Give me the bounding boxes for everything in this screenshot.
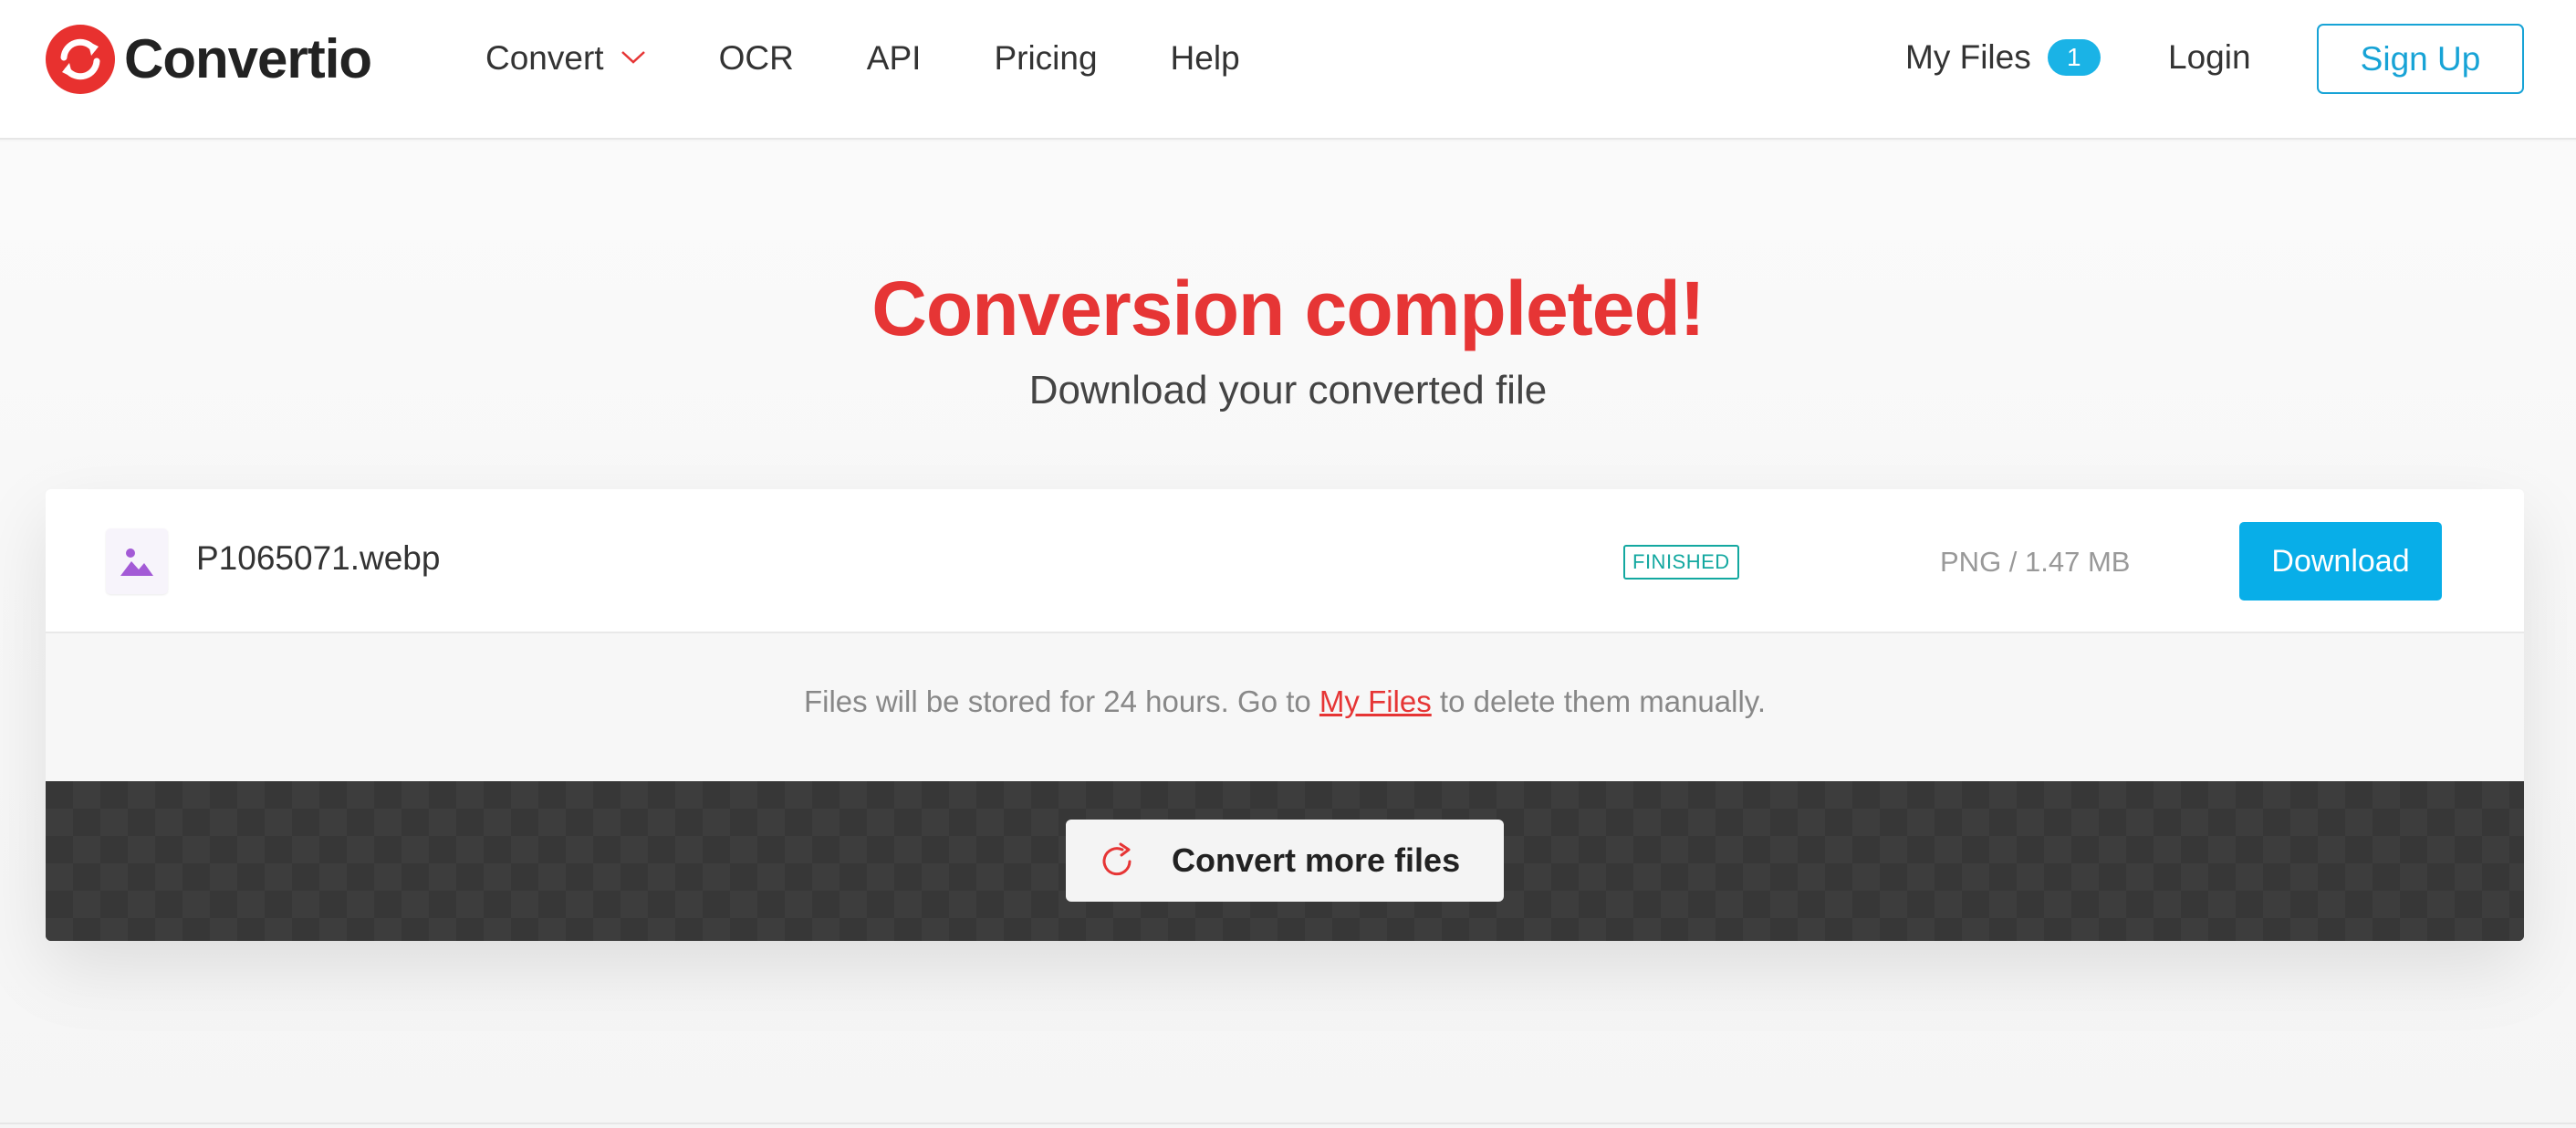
- image-icon: [120, 548, 153, 576]
- convertio-logo-icon: [46, 25, 115, 94]
- refresh-icon: [1102, 842, 1132, 876]
- chevron-down-icon: [621, 51, 645, 64]
- storage-notice: Files will be stored for 24 hours. Go to…: [46, 686, 2524, 716]
- nav-api[interactable]: API: [867, 41, 922, 75]
- page-title: Conversion completed!: [871, 266, 1705, 351]
- site-header: Convertio Convert OCR API Pricing Help M…: [0, 0, 2576, 140]
- status-badge: FINISHED: [1623, 545, 1739, 580]
- file-name: P1065071.webp: [196, 539, 441, 577]
- my-files-notice-link[interactable]: My Files: [1319, 684, 1432, 718]
- file-row: P1065071.webp FINISHED PNG / 1.47 MB Dow…: [46, 489, 2524, 633]
- file-format-size: PNG / 1.47 MB: [1940, 546, 2131, 578]
- notice-prefix: Files will be stored for 24 hours. Go to: [803, 684, 1319, 718]
- page-subtitle: Download your converted file: [1028, 368, 1548, 413]
- storage-notice-row: Files will be stored for 24 hours. Go to…: [46, 633, 2524, 781]
- sign-up-button[interactable]: Sign Up: [2317, 24, 2524, 94]
- convert-more-panel: Convert more files: [46, 781, 2524, 941]
- nav-convert[interactable]: Convert: [485, 41, 646, 75]
- my-files-link[interactable]: My Files 1: [1905, 0, 2101, 115]
- logo-text: Convertio: [124, 28, 372, 89]
- logo[interactable]: Convertio: [46, 24, 372, 95]
- nav-ocr[interactable]: OCR: [719, 41, 794, 75]
- conversion-card: P1065071.webp FINISHED PNG / 1.47 MB Dow…: [46, 489, 2524, 941]
- convert-more-label: Convert more files: [1172, 841, 1461, 879]
- download-button[interactable]: Download: [2239, 522, 2442, 601]
- login-link[interactable]: Login: [2168, 0, 2251, 115]
- my-files-label: My Files: [1905, 38, 2031, 76]
- nav-pricing[interactable]: Pricing: [994, 41, 1097, 75]
- footer-divider: [0, 1123, 2576, 1124]
- notice-suffix: to delete them manually.: [1431, 684, 1767, 718]
- convert-more-button[interactable]: Convert more files: [1066, 820, 1504, 902]
- main-nav: Convert OCR API Pricing Help: [485, 0, 1313, 115]
- nav-convert-label: Convert: [485, 38, 604, 77]
- my-files-count-badge: 1: [2047, 39, 2101, 76]
- nav-help[interactable]: Help: [1171, 41, 1240, 75]
- image-file-icon: [106, 528, 168, 594]
